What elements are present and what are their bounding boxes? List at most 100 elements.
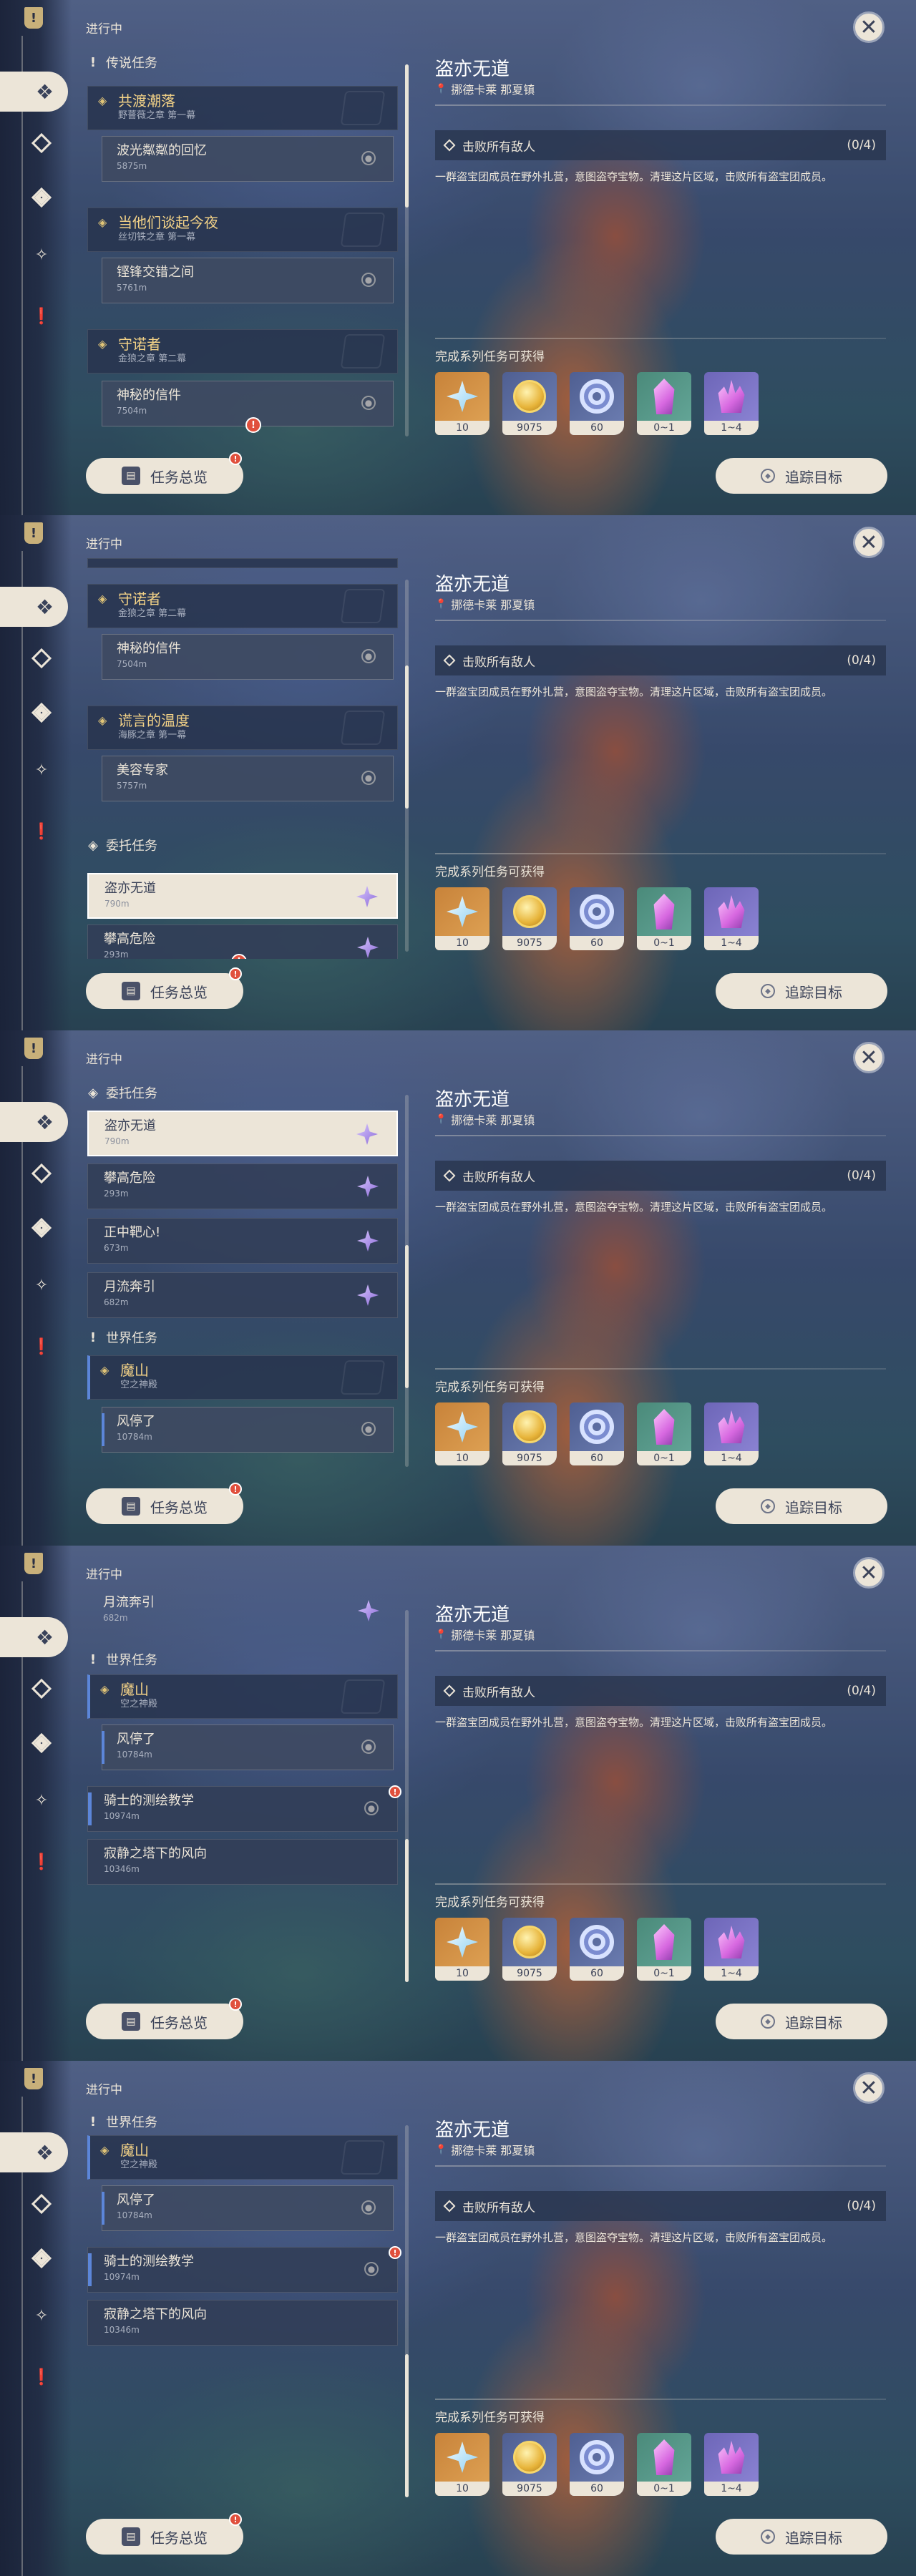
commission-quest[interactable]: 正中靶心! 673m <box>87 1218 398 1264</box>
quest-group[interactable]: ◈ 守诺者 金狼之章 第二幕 <box>87 329 398 374</box>
commission-quest[interactable]: 攀高危险 293m <box>87 1163 398 1209</box>
all-quests-tab[interactable]: ❖ <box>0 587 68 627</box>
sub-quest[interactable]: 神秘的信件 7504m ● <box>102 634 394 680</box>
close-button[interactable]: ✕ <box>853 1042 885 1073</box>
track-target-button[interactable]: ◆ 追踪目标 <box>716 2519 887 2555</box>
reward-companionship-exp[interactable]: 60 <box>570 372 624 435</box>
reward-crystal-cluster[interactable]: 1~4 <box>704 887 759 950</box>
scrollbar[interactable] <box>405 1839 409 1982</box>
reward-companionship-exp[interactable]: 60 <box>570 887 624 950</box>
reward-crystal-cluster[interactable]: 1~4 <box>704 372 759 435</box>
exclamation-icon[interactable]: ❗ <box>29 303 54 329</box>
reward-crystal-cluster[interactable]: 1~4 <box>704 1402 759 1465</box>
reward-adventure-exp[interactable]: 10 <box>435 2433 489 2496</box>
scrollbar[interactable] <box>405 1245 409 1388</box>
close-button[interactable]: ✕ <box>853 527 885 558</box>
quest-group[interactable]: ◈ 魔山 空之神殿 <box>87 1355 398 1400</box>
track-target-button[interactable]: ◆ 追踪目标 <box>716 1488 887 1524</box>
location-pin-icon[interactable]: ● <box>361 771 376 785</box>
all-quests-tab[interactable]: ❖ <box>0 2132 68 2172</box>
quest-book-icon[interactable]: ! <box>24 7 43 29</box>
scrollbar[interactable] <box>405 64 409 208</box>
quest-list[interactable]: ◈ 委托任务 盗亦无道 790m 攀高危险 293m 正中靶心! 673m 月流奔引 68… <box>87 1073 402 1474</box>
world-quest[interactable]: 寂静之塔下的风向 10346m <box>87 1839 398 1885</box>
location-pin-icon[interactable]: ● <box>364 2262 379 2276</box>
quest-group[interactable]: ◈ 守诺者 金狼之章 第二幕 <box>87 584 398 628</box>
diamond-cross-icon[interactable]: ✧ <box>29 242 54 268</box>
diamond-cross-icon[interactable]: ✧ <box>29 1787 54 1813</box>
reward-mora[interactable]: 9075 <box>502 1918 557 1981</box>
sub-quest[interactable]: 风停了 10784m ● <box>102 1724 394 1770</box>
reward-crystal-cluster[interactable]: 1~4 <box>704 2433 759 2496</box>
commission-quest-selected[interactable]: 盗亦无道 790m <box>87 873 398 919</box>
reward-crystal-chunk[interactable]: 0~1 <box>637 372 691 435</box>
world-quest[interactable]: 寂静之塔下的风向 10346m <box>87 2300 398 2346</box>
track-target-button[interactable]: ◆ 追踪目标 <box>716 973 887 1009</box>
reward-adventure-exp[interactable]: 10 <box>435 887 489 950</box>
world-quest[interactable]: 骑士的测绘教学 10974m ●! <box>87 2246 401 2293</box>
close-button[interactable]: ✕ <box>853 11 885 43</box>
world-quest[interactable]: 骑士的测绘教学 10974m ●! <box>87 1785 401 1832</box>
quest-book-icon[interactable]: ! <box>24 2068 43 2089</box>
scrollbar[interactable] <box>405 665 409 809</box>
reward-crystal-chunk[interactable]: 0~1 <box>637 1402 691 1465</box>
track-target-button[interactable]: ◆ 追踪目标 <box>716 458 887 494</box>
diamond-outline-icon[interactable] <box>29 1161 54 1186</box>
reward-crystal-chunk[interactable]: 0~1 <box>637 1918 691 1981</box>
diamond-outline-icon[interactable] <box>29 645 54 671</box>
quest-overview-button[interactable]: ▤ 任务总览! <box>86 452 243 494</box>
reward-companionship-exp[interactable]: 60 <box>570 1918 624 1981</box>
location-pin-icon[interactable]: ● <box>361 151 376 165</box>
scrollbar[interactable] <box>405 2354 409 2497</box>
commission-quest[interactable]: 月流奔引 682m <box>87 1589 398 1634</box>
diamond-outline-icon[interactable] <box>29 130 54 156</box>
quest-group[interactable]: ◈ 魔山 空之神殿 <box>87 2135 398 2180</box>
diamond-double-icon[interactable] <box>29 1730 54 1756</box>
exclamation-icon[interactable]: ❗ <box>29 1849 54 1875</box>
diamond-double-icon[interactable] <box>29 185 54 210</box>
sub-quest[interactable]: 铿锋交错之间 5761m ● <box>102 258 394 303</box>
reward-adventure-exp[interactable]: 10 <box>435 1402 489 1465</box>
reward-mora[interactable]: 9075 <box>502 887 557 950</box>
reward-mora[interactable]: 9075 <box>502 2433 557 2496</box>
all-quests-tab[interactable]: ❖ <box>0 1102 68 1142</box>
commission-quest-selected[interactable]: 盗亦无道 790m <box>87 1111 398 1156</box>
diamond-double-icon[interactable] <box>29 2245 54 2271</box>
all-quests-tab[interactable]: ❖ <box>0 1617 68 1657</box>
sub-quest[interactable]: 波光粼粼的回忆 5875m ● <box>102 136 394 182</box>
diamond-double-icon[interactable] <box>29 700 54 726</box>
exclamation-icon[interactable]: ❗ <box>29 1334 54 1360</box>
quest-list[interactable]: 月流奔引 682m ! 世界任务 ◈ 魔山 空之神殿 风停了 10784m ● 骑士的测绘教… <box>87 1589 402 1989</box>
diamond-cross-icon[interactable]: ✧ <box>29 1272 54 1298</box>
quest-overview-button[interactable]: ▤ 任务总览! <box>86 967 243 1009</box>
quest-book-icon[interactable]: ! <box>24 1553 43 1574</box>
reward-crystal-chunk[interactable]: 0~1 <box>637 887 691 950</box>
commission-quest[interactable]: 攀高危险293m! <box>87 924 398 959</box>
reward-adventure-exp[interactable]: 10 <box>435 372 489 435</box>
sub-quest[interactable]: 风停了 10784m ● <box>102 2185 394 2231</box>
sub-quest[interactable]: 风停了 10784m ● <box>102 1407 394 1453</box>
exclamation-icon[interactable]: ❗ <box>29 819 54 844</box>
close-button[interactable]: ✕ <box>853 1557 885 1589</box>
location-pin-icon[interactable]: ● <box>361 2200 376 2215</box>
reward-companionship-exp[interactable]: 60 <box>570 2433 624 2496</box>
reward-mora[interactable]: 9075 <box>502 1402 557 1465</box>
location-pin-icon[interactable]: ● <box>364 1801 379 1815</box>
quest-group[interactable]: ◈ 当他们谈起今夜 丝切铁之章 第一幕 <box>87 208 398 252</box>
exclamation-icon[interactable]: ❗ <box>29 2364 54 2390</box>
quest-overview-button[interactable]: ▤ 任务总览! <box>86 1483 243 1524</box>
reward-crystal-cluster[interactable]: 1~4 <box>704 1918 759 1981</box>
diamond-cross-icon[interactable]: ✧ <box>29 757 54 783</box>
quest-book-icon[interactable]: ! <box>24 522 43 544</box>
reward-companionship-exp[interactable]: 60 <box>570 1402 624 1465</box>
quest-book-icon[interactable]: ! <box>24 1038 43 1059</box>
location-pin-icon[interactable]: ● <box>361 396 376 410</box>
location-pin-icon[interactable]: ● <box>361 1422 376 1436</box>
diamond-outline-icon[interactable] <box>29 1676 54 1702</box>
quest-list[interactable]: ◈ 守诺者 金狼之章 第二幕 神秘的信件 7504m ● ◈ 谎言的温度 海豚之章 第一幕 … <box>87 558 402 959</box>
diamond-outline-icon[interactable] <box>29 2191 54 2217</box>
diamond-double-icon[interactable] <box>29 1215 54 1241</box>
reward-mora[interactable]: 9075 <box>502 372 557 435</box>
quest-list[interactable]: ! 世界任务 ◈ 魔山 空之神殿 风停了 10784m ● 骑士的测绘教学 10974m ●!… <box>87 2104 402 2504</box>
quest-overview-button[interactable]: ▤ 任务总览! <box>86 1998 243 2039</box>
